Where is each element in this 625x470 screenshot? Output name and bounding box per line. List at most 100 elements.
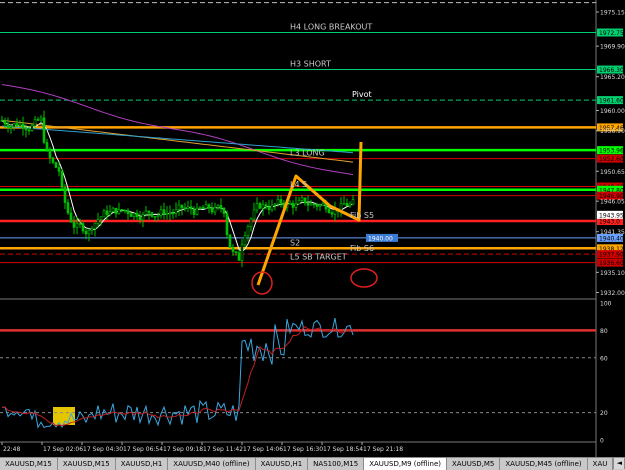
- chart-tab[interactable]: XAUUSD,M45 (offline): [500, 458, 588, 470]
- candle-body: [306, 202, 310, 206]
- price-tag-text: 1953.96: [599, 148, 624, 155]
- candle-body: [156, 215, 160, 217]
- candle-body: [132, 213, 136, 217]
- price-tick-label: 1935.10: [600, 270, 625, 277]
- price-tick-label: 1960.00: [600, 108, 625, 115]
- chart-tab[interactable]: XAU: [588, 458, 614, 470]
- price-tick-label: 1941.35: [600, 229, 625, 236]
- candle-body: [30, 125, 34, 131]
- candle-body: [66, 202, 70, 214]
- candle-body: [192, 208, 196, 215]
- candle-body: [78, 223, 82, 225]
- candle-body: [246, 226, 250, 236]
- candle-body: [117, 209, 121, 214]
- osc-tick-label: 80: [600, 328, 608, 335]
- candle-body: [27, 129, 31, 132]
- chart-tab[interactable]: XAUUSD,M5: [447, 458, 501, 470]
- time-tick-label: 17 Sep 14:06: [243, 446, 283, 453]
- chart-tab[interactable]: XAUUSD,M9 (offline): [364, 458, 447, 470]
- candle-body: [204, 204, 208, 209]
- chart-tab[interactable]: XAUUSD,M15: [58, 458, 116, 470]
- time-tick-label: 17 Sep 18:54: [323, 446, 363, 453]
- candle-body: [105, 210, 109, 215]
- candle-body: [210, 207, 214, 213]
- candle-body: [195, 207, 199, 215]
- candle-body: [198, 207, 202, 209]
- candle-body: [303, 197, 307, 204]
- candle-body: [174, 209, 178, 214]
- time-tick-label: 22:48: [3, 446, 20, 453]
- candle-body: [120, 209, 124, 211]
- candle-body: [288, 202, 292, 205]
- candle-body: [327, 208, 331, 214]
- chart-tab[interactable]: XAUUSD,M40 (offline): [168, 458, 256, 470]
- candle-body: [213, 207, 217, 213]
- candle-body: [168, 212, 172, 215]
- candle-body: [258, 203, 262, 209]
- osc-tick-label: 60: [600, 355, 608, 362]
- chart-tab[interactable]: XAUUSD,H1: [256, 458, 309, 470]
- candle-body: [24, 127, 28, 131]
- level-label: Fib S6: [350, 244, 374, 253]
- candle-body: [87, 230, 91, 235]
- candle-body: [99, 216, 103, 220]
- candle-body: [297, 200, 301, 205]
- level-label: Fib R4: [350, 0, 375, 2]
- time-tick-label: 17 Sep 16:30: [283, 446, 323, 453]
- candle-body: [141, 214, 145, 221]
- candle-body: [252, 209, 256, 220]
- chart-tab[interactable]: NAS100,M15: [308, 458, 365, 470]
- chart-tabs-bar: XAUUSD,M15 XAUUSD,M15 XAUUSD,H1 XAUUSD,M40 …: [0, 457, 625, 470]
- price-tag-text: 1936.60: [599, 260, 624, 267]
- candle-body: [171, 212, 175, 215]
- price-chart[interactable]: Fib R4 H4 LONG BREAKOUT H3 SHORT Pivot L3 LO…: [0, 0, 625, 470]
- price-tick-label: 1932.00: [600, 290, 625, 297]
- candle-body: [222, 207, 226, 214]
- price-tick-label: 1946.05: [600, 199, 625, 206]
- candle-body: [69, 212, 73, 223]
- candle-body: [261, 204, 265, 209]
- candle-body: [45, 142, 49, 151]
- tab-navigation: ◄►: [613, 458, 625, 470]
- candle-body: [129, 213, 133, 217]
- candle-body: [108, 211, 112, 215]
- tab-scroll-left-icon[interactable]: ◄: [613, 458, 625, 469]
- candle-body: [255, 203, 259, 211]
- price-tag-text: 1940.40: [599, 235, 624, 242]
- candle-body: [81, 223, 85, 232]
- candle-body: [279, 199, 283, 204]
- candle-body: [240, 244, 244, 261]
- price-tick-label: 1969.90: [600, 44, 625, 51]
- chart-tab[interactable]: XAUUSD,H1: [116, 458, 169, 470]
- candle-body: [318, 204, 322, 207]
- candle-body: [165, 212, 169, 215]
- candle-body: [126, 210, 130, 214]
- candle-body: [144, 210, 148, 215]
- candle-body: [276, 199, 280, 205]
- price-tag-text: 1966.30: [599, 67, 624, 74]
- candle-body: [207, 204, 211, 209]
- candle-body: [96, 219, 100, 224]
- candle-body: [201, 207, 205, 209]
- candle-body: [351, 199, 355, 205]
- candle-body: [273, 203, 277, 206]
- candle-body: [72, 221, 76, 228]
- blue-marker-text: 1940.00: [368, 235, 393, 242]
- candle-body: [42, 117, 46, 143]
- candle-body: [9, 126, 13, 129]
- chart-tab[interactable]: XAUUSD,M15: [0, 458, 58, 470]
- candle-body: [315, 204, 319, 207]
- candle-body: [162, 209, 166, 215]
- candle-body: [75, 223, 79, 228]
- candle-body: [90, 228, 94, 231]
- level-label: L5 SB TARGET: [290, 253, 347, 262]
- candle-body: [300, 197, 304, 201]
- candle-body: [153, 216, 157, 218]
- candle-body: [186, 206, 190, 209]
- candle-body: [189, 206, 193, 210]
- candle-body: [291, 202, 295, 208]
- price-tick-label: 1956.90: [600, 128, 625, 135]
- candle-body: [183, 207, 187, 210]
- level-label: S2: [290, 238, 300, 247]
- price-tick-label: 1950.65: [600, 169, 625, 176]
